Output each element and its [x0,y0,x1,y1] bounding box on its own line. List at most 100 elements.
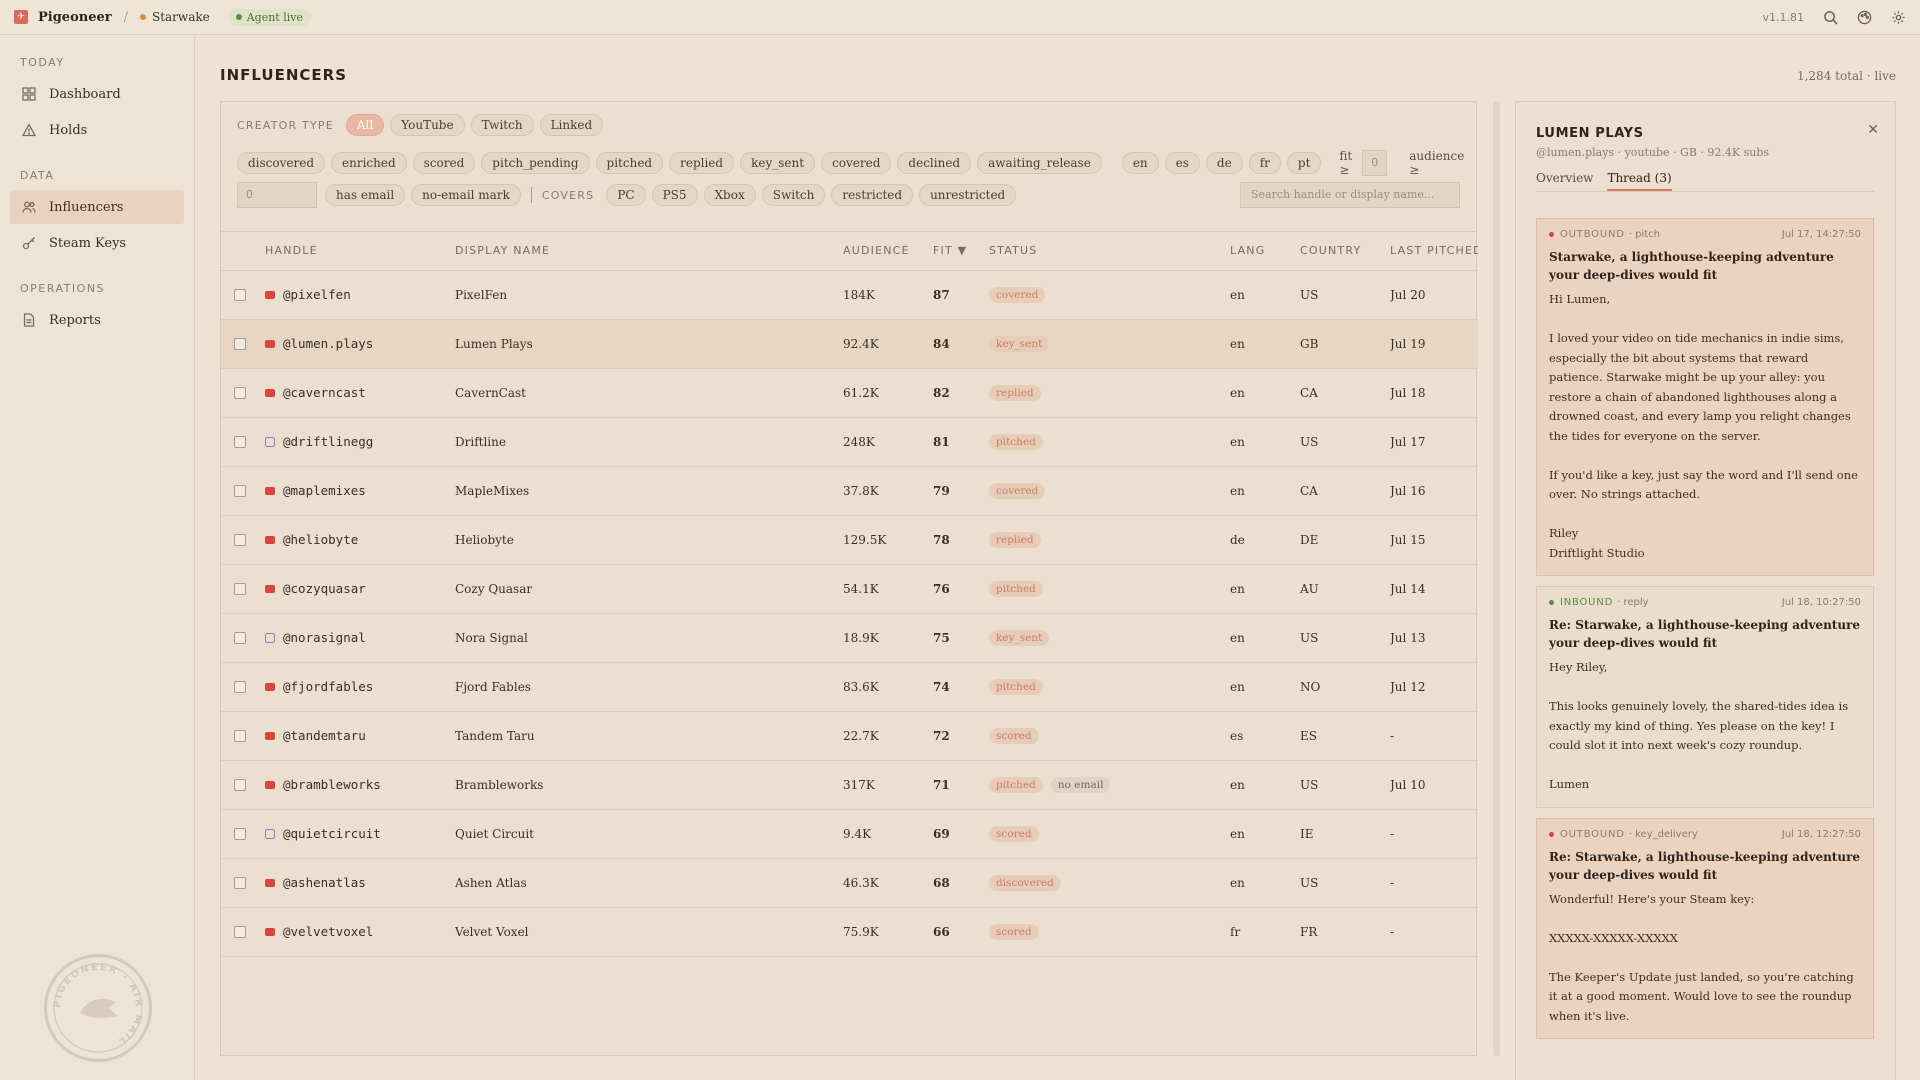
status-chip-discovered[interactable]: discovered [237,152,326,174]
audience-min-input[interactable]: 0 [237,182,317,208]
sidebar-item-dashboard[interactable]: Dashboard [10,77,184,111]
table-row[interactable]: @tandemtaru Tandem Taru 22.7K 72 scored es ES - [221,711,1478,761]
row-checkbox[interactable] [234,730,246,742]
lang-chip-fr[interactable]: fr [1248,152,1281,174]
column-header-display-name[interactable]: DISPLAY NAME [455,232,843,271]
gear-icon[interactable] [1890,9,1906,25]
inbound-message[interactable]: INBOUND · reply Jul 18, 10:27:50 Re: Starwa… [1536,586,1874,808]
project-selector[interactable]: Starwake [139,10,210,24]
row-checkbox[interactable] [234,926,246,938]
creator-type-chip-linked[interactable]: Linked [539,114,604,136]
handle-link[interactable]: @lumen.plays [265,336,455,351]
status-chip-declined[interactable]: declined [897,152,972,174]
row-checkbox[interactable] [234,681,246,693]
row-checkbox[interactable] [234,583,246,595]
row-checkbox[interactable] [234,779,246,791]
handle-link[interactable]: @maplemixes [265,483,455,498]
row-checkbox[interactable] [234,632,246,644]
fit-min-input[interactable]: 0 [1362,150,1388,176]
outbound-message[interactable]: OUTBOUND · key_delivery Jul 18, 12:27:50 Re… [1536,817,1874,1039]
fit-cell: 78 [933,515,989,565]
restricted-chip[interactable]: restricted [831,184,914,206]
row-checkbox[interactable] [234,289,246,301]
column-header-lang[interactable]: LANG [1230,232,1300,271]
status-chip-pitched[interactable]: pitched [595,152,664,174]
table-row[interactable]: @quietcircuit Quiet Circuit 9.4K 69 scored en… [221,809,1478,859]
lang-chip-en[interactable]: en [1121,152,1159,174]
unrestricted-chip[interactable]: unrestricted [919,184,1017,206]
column-header-audience[interactable]: AUDIENCE [843,232,933,271]
row-checkbox[interactable] [234,436,246,448]
handle-link[interactable]: @caverncast [265,385,455,400]
handle-link[interactable]: @quietcircuit [265,826,455,841]
platform-chip-xbox[interactable]: Xbox [703,184,756,206]
column-header-status[interactable]: STATUS [989,232,1230,271]
close-icon[interactable]: ✕ [1867,122,1879,138]
column-header-handle[interactable]: HANDLE [265,232,455,271]
platform-chip-ps5[interactable]: PS5 [651,184,698,206]
outbound-message[interactable]: OUTBOUND · pitch Jul 17, 14:27:50 Starwake,… [1536,218,1874,576]
status-chip-pitch-pending[interactable]: pitch_pending [481,152,590,174]
row-checkbox[interactable] [234,338,246,350]
no-email-mark-chip[interactable]: no-email mark [411,184,521,206]
table-row[interactable]: @norasignal Nora Signal 18.9K 75 key_sent en U… [221,613,1478,663]
palette-icon[interactable] [1856,9,1872,25]
status-chip-enriched[interactable]: enriched [331,152,407,174]
handle-link[interactable]: @brambleworks [265,777,455,792]
table-row[interactable]: @cozyquasar Cozy Quasar 54.1K 76 pitched en AU… [221,564,1478,614]
sidebar-item-influencers[interactable]: Influencers [10,190,184,224]
row-checkbox[interactable] [234,534,246,546]
search-icon[interactable] [1822,9,1838,25]
lang-chip-pt[interactable]: pt [1286,152,1322,174]
handle-link[interactable]: @tandemtaru [265,728,455,743]
has-email-chip[interactable]: has email [325,184,406,206]
handle-link[interactable]: @heliobyte [265,532,455,547]
handle-link[interactable]: @driftlinegg [265,434,455,449]
table-scrollbar[interactable] [1493,101,1500,1056]
table-row[interactable]: @brambleworks Brambleworks 317K 71 pitched no… [221,760,1478,810]
row-checkbox[interactable] [234,828,246,840]
table-row[interactable]: @heliobyte Heliobyte 129.5K 78 replied de DE Ju… [221,515,1478,565]
table-row[interactable]: @velvetvoxel Velvet Voxel 75.9K 66 scored fr F… [221,907,1478,957]
status-chip-covered[interactable]: covered [821,152,892,174]
table-row[interactable]: @fjordfables Fjord Fables 83.6K 74 pitched en… [221,662,1478,712]
lang-chip-es[interactable]: es [1164,152,1200,174]
handle-link[interactable]: @fjordfables [265,679,455,694]
status-chip-key-sent[interactable]: key_sent [740,152,816,174]
column-header-fit[interactable]: FIT ▼ [933,232,989,271]
brand-name[interactable]: Pigeoneer [38,10,112,25]
row-checkbox[interactable] [234,877,246,889]
status-chip-awaiting-release[interactable]: awaiting_release [977,152,1102,174]
sidebar-item-reports[interactable]: Reports [10,303,184,337]
creator-type-chip-twitch[interactable]: Twitch [470,114,534,136]
handle-link[interactable]: @cozyquasar [265,581,455,596]
table-row[interactable]: @driftlinegg Driftline 248K 81 pitched en US Ju… [221,417,1478,467]
column-header-country[interactable]: COUNTRY [1300,232,1390,271]
table-row[interactable]: @pixelfen PixelFen 184K 87 covered en US Jul 20 [221,270,1478,320]
platform-chip-pc[interactable]: PC [606,184,646,206]
sidebar-item-steam-keys[interactable]: Steam Keys [10,226,184,260]
lang-chip-de[interactable]: de [1205,152,1243,174]
table-row[interactable]: @maplemixes MapleMixes 37.8K 79 covered en CA J… [221,466,1478,516]
table-row[interactable]: @lumen.plays Lumen Plays 92.4K 84 key_sent en… [221,319,1478,369]
table-row[interactable]: @ashenatlas Ashen Atlas 46.3K 68 discovered e… [221,858,1478,908]
status-chip-scored[interactable]: scored [412,152,476,174]
search-input[interactable]: Search handle or display name... [1240,182,1460,208]
sidebar-item-holds[interactable]: Holds [10,113,184,147]
handle-link[interactable]: @pixelfen [265,287,455,302]
creator-type-chip-all[interactable]: All [345,114,385,136]
row-select-cell [221,613,265,663]
tab-overview[interactable]: Overview [1536,166,1593,191]
column-header-last-pitched[interactable]: LAST PITCHED [1390,232,1478,271]
status-chip-replied[interactable]: replied [669,152,735,174]
app-logo-icon[interactable]: ✈ [14,10,28,24]
table-row[interactable]: @caverncast CavernCast 61.2K 82 replied en CA J… [221,368,1478,418]
creator-type-chip-youtube[interactable]: YouTube [390,114,465,136]
row-checkbox[interactable] [234,387,246,399]
handle-link[interactable]: @norasignal [265,630,455,645]
tab-thread[interactable]: Thread (3) [1607,166,1672,191]
row-checkbox[interactable] [234,485,246,497]
handle-link[interactable]: @ashenatlas [265,875,455,890]
platform-chip-switch[interactable]: Switch [761,184,826,206]
handle-link[interactable]: @velvetvoxel [265,924,455,939]
